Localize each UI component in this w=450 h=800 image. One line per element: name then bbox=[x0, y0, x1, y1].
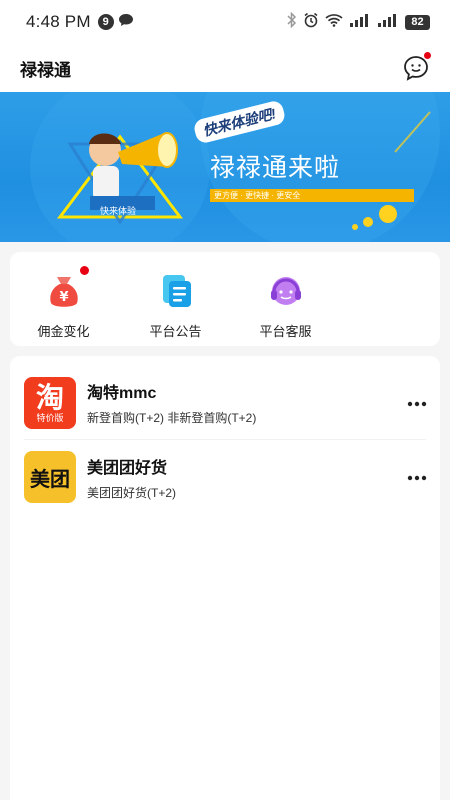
store-desc: 新登首购(T+2) 非新登首购(T+2) bbox=[87, 411, 257, 425]
more-horizontal-icon bbox=[407, 394, 427, 412]
signal-icon-2 bbox=[377, 12, 399, 32]
more-options-button[interactable] bbox=[402, 462, 432, 492]
quick-menu: ¥ 佣金变化 平台公告 平台客服 bbox=[10, 252, 440, 346]
smile-chat-icon bbox=[402, 56, 430, 86]
page-title: 禄禄通 bbox=[20, 60, 71, 80]
store-desc: 美团团好货(T+2) bbox=[87, 485, 177, 500]
list-item[interactable]: 淘 特价版 淘特mmc 新登首购(T+2) 非新登首购(T+2) bbox=[24, 366, 427, 440]
promo-banner[interactable]: 快来体验吧! 禄禄通来啦 更方便 · 更快捷 · 更安全 快来体验 bbox=[0, 92, 450, 242]
quick-item-label: 平台客服 bbox=[259, 324, 312, 339]
wifi-icon bbox=[325, 12, 343, 32]
more-horizontal-icon bbox=[407, 468, 427, 486]
meituan-logo-text: 美团 bbox=[30, 468, 70, 491]
more-options-button[interactable] bbox=[402, 388, 432, 418]
status-time: 4:48 PM bbox=[26, 12, 91, 31]
notification-count-badge: 9 bbox=[97, 14, 114, 30]
battery-icon: 82 bbox=[405, 14, 430, 30]
announcement-icon bbox=[155, 270, 197, 312]
store-name: 淘特mmc bbox=[87, 385, 157, 402]
customer-service-icon bbox=[265, 270, 307, 312]
svg-text:¥: ¥ bbox=[59, 290, 68, 305]
store-info: 美团团好货 美团团好货(T+2) bbox=[87, 454, 402, 501]
taobao-logo-text: 淘 bbox=[35, 381, 64, 413]
quick-item-label: 平台公告 bbox=[149, 324, 202, 339]
banner-cta: 快来体验 bbox=[100, 206, 137, 216]
message-unread-dot bbox=[423, 51, 432, 60]
alarm-icon bbox=[303, 12, 319, 33]
quick-item-commission[interactable]: ¥ 佣金变化 bbox=[10, 252, 117, 346]
taobao-logo: 淘 特价版 bbox=[24, 376, 76, 429]
taobao-logo-subtext: 特价版 bbox=[36, 412, 64, 423]
banner-headline: 禄禄通来啦 bbox=[210, 154, 341, 182]
meituan-logo: 美团 bbox=[24, 451, 76, 503]
status-bar: 4:48 PM 9 82 bbox=[0, 0, 450, 44]
quick-item-label: 佣金变化 bbox=[37, 324, 90, 339]
quick-item-announcement[interactable]: 平台公告 bbox=[122, 252, 229, 346]
store-name: 美团团好货 bbox=[87, 459, 168, 477]
app-header: 禄禄通 bbox=[0, 44, 450, 92]
money-bag-icon: ¥ bbox=[43, 266, 89, 312]
chat-notification-icon bbox=[118, 12, 134, 32]
quick-item-customer-service[interactable]: 平台客服 bbox=[232, 252, 339, 346]
status-icons: 82 bbox=[287, 11, 430, 33]
store-info: 淘特mmc 新登首购(T+2) 非新登首购(T+2) bbox=[87, 379, 402, 426]
commission-badge-dot bbox=[79, 266, 89, 275]
store-list: 淘 特价版 淘特mmc 新登首购(T+2) 非新登首购(T+2) 美团 美团团好… bbox=[10, 356, 440, 800]
signal-icon bbox=[349, 12, 371, 32]
banner-tagline: 更方便 · 更快捷 · 更安全 bbox=[210, 189, 414, 202]
message-button[interactable] bbox=[402, 51, 432, 82]
bluetooth-icon bbox=[287, 11, 297, 33]
list-item[interactable]: 美团 美团团好货 美团团好货(T+2) bbox=[24, 440, 427, 514]
